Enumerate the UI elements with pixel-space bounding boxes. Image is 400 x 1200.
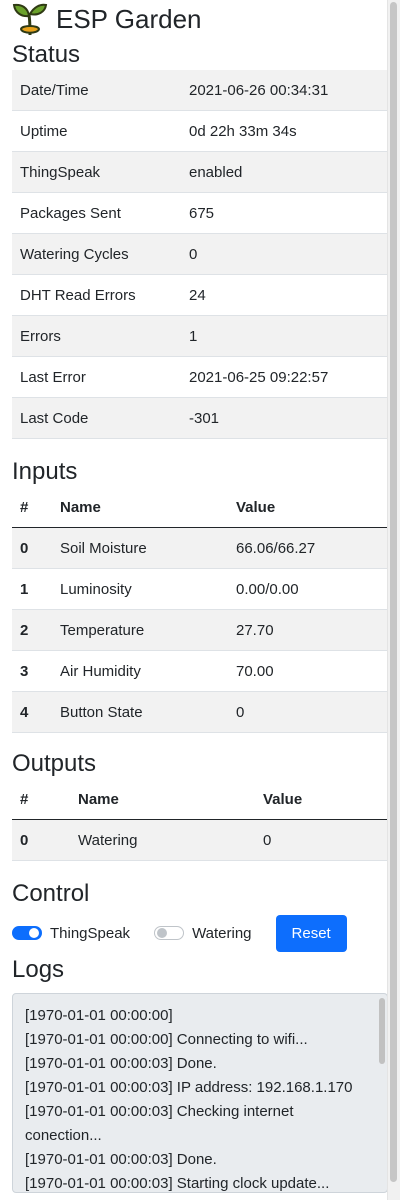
log-line: [1970-01-01 00:00:00] Connecting to wifi…	[25, 1031, 308, 1048]
inputs-cell-value: 70.00	[236, 662, 274, 680]
log-line: [1970-01-01 00:00:00]	[25, 1007, 173, 1024]
control-bar: ThingSpeak Watering Reset	[0, 913, 388, 953]
log-line: [1970-01-01 00:00:03] IP address: 192.16…	[25, 1079, 353, 1096]
inputs-cell-idx: 1	[20, 580, 29, 598]
status-value: 2021-06-25 09:22:57	[189, 368, 329, 386]
status-label: DHT Read Errors	[20, 286, 136, 304]
status-value: 675	[189, 204, 215, 222]
inputs-cell-name: Temperature	[52, 609, 228, 651]
inputs-heading: Inputs	[12, 458, 78, 485]
logs-scrollbar[interactable]	[379, 998, 385, 1064]
inputs-cell-value: 27.70	[228, 609, 388, 651]
status-table: Date/Time 2021-06-26 00:34:31 Uptime 0d 22h…	[12, 70, 388, 439]
status-row: Watering Cycles 0	[12, 233, 388, 275]
status-row: DHT Read Errors 24	[12, 275, 388, 316]
page: ESP Garden Status Date/Time 2021-06-26 00…	[0, 0, 388, 1200]
inputs-cell-name: Soil Moisture	[52, 527, 228, 569]
status-value: enabled	[181, 151, 388, 193]
page-scrollbar-thumb[interactable]	[390, 2, 397, 1182]
status-value: 1	[181, 315, 388, 357]
outputs-cell-idx: 0	[12, 819, 70, 861]
inputs-cell-name: Air Humidity	[60, 662, 141, 680]
status-value: 0d 22h 33m 34s	[189, 122, 297, 140]
status-row: Last Code -301	[12, 397, 388, 439]
status-value: 24	[189, 286, 206, 304]
outputs-col-name: Name	[78, 790, 119, 808]
toggle-knob	[157, 928, 168, 938]
status-label: Packages Sent	[20, 204, 121, 222]
inputs-cell-value: 66.06/66.27	[228, 527, 388, 569]
inputs-cell-name: Button State	[52, 691, 228, 733]
inputs-cell-name: Luminosity	[60, 580, 132, 598]
toggle-knob	[29, 928, 39, 938]
inputs-row: 2 Temperature 27.70	[12, 609, 388, 651]
log-line: [1970-01-01 00:00:03] Done.	[25, 1055, 217, 1072]
outputs-cell-value: 0	[255, 819, 388, 861]
status-row: Packages Sent 675	[12, 193, 388, 234]
inputs-col-name: Name	[60, 498, 101, 516]
log-line: [1970-01-01 00:00:03] Done.	[25, 1151, 217, 1168]
thingspeak-toggle[interactable]	[12, 926, 42, 940]
page-scrollbar[interactable]	[387, 0, 400, 1200]
log-line: [1970-01-01 00:00:03] Checking internet …	[25, 1103, 294, 1144]
status-label: Uptime	[20, 122, 68, 140]
inputs-cell-value: 0	[228, 691, 388, 733]
outputs-cell-name: Watering	[70, 819, 255, 861]
control-heading: Control	[12, 880, 90, 907]
outputs-header-row: # Name Value	[12, 779, 388, 820]
inputs-row: 0 Soil Moisture 66.06/66.27	[12, 527, 388, 569]
outputs-table: # Name Value 0 Watering 0	[12, 779, 388, 861]
outputs-col-value: Value	[263, 790, 303, 808]
status-label: Date/Time	[12, 70, 181, 111]
log-line: [1970-01-01 00:00:03] Starting clock upd…	[25, 1175, 330, 1192]
status-label: Errors	[12, 315, 181, 357]
logs-heading: Logs	[12, 956, 65, 983]
status-row: Last Error 2021-06-25 09:22:57	[12, 357, 388, 398]
status-row: Errors 1	[12, 315, 388, 357]
outputs-row: 0 Watering 0	[12, 819, 388, 861]
inputs-cell-idx: 3	[20, 662, 29, 680]
inputs-cell-idx: 2	[12, 609, 52, 651]
inputs-col-index: #	[20, 498, 29, 516]
inputs-cell-idx: 0	[12, 527, 52, 569]
app-header: ESP Garden	[0, 0, 388, 38]
status-value: 2021-06-26 00:34:31	[181, 70, 388, 111]
inputs-table: # Name Value 0 Soil Moisture 66.06/66.27 1 L…	[12, 487, 388, 733]
status-row: ThingSpeak enabled	[12, 151, 388, 193]
status-label: Watering Cycles	[12, 233, 181, 275]
status-row: Uptime 0d 22h 33m 34s	[12, 111, 388, 152]
thingspeak-toggle-label: ThingSpeak	[50, 924, 131, 942]
status-value: 0	[181, 233, 388, 275]
status-label: Last Error	[20, 368, 86, 386]
app-title: ESP Garden	[56, 3, 202, 34]
inputs-col-value: Value	[236, 498, 276, 516]
inputs-row: 3 Air Humidity 70.00	[12, 651, 388, 692]
status-label: Last Code	[12, 397, 181, 439]
status-heading: Status	[12, 41, 81, 68]
logs-textarea[interactable]: [1970-01-01 00:00:00] [1970-01-01 00:00:0…	[12, 993, 388, 1193]
reset-button[interactable]: Reset	[275, 914, 347, 952]
watering-toggle[interactable]	[154, 926, 185, 940]
status-row: Date/Time 2021-06-26 00:34:31	[12, 70, 388, 111]
inputs-row: 1 Luminosity 0.00/0.00	[12, 569, 388, 610]
inputs-cell-idx: 4	[12, 691, 52, 733]
inputs-header-row: # Name Value	[12, 487, 388, 528]
inputs-row: 4 Button State 0	[12, 691, 388, 733]
status-label: ThingSpeak	[12, 151, 181, 193]
watering-toggle-label: Watering	[192, 924, 252, 942]
outputs-heading: Outputs	[12, 750, 97, 777]
inputs-cell-value: 0.00/0.00	[236, 580, 299, 598]
outputs-col-index: #	[20, 790, 29, 808]
sprout-icon	[12, 3, 48, 36]
status-value: -301	[181, 397, 388, 439]
